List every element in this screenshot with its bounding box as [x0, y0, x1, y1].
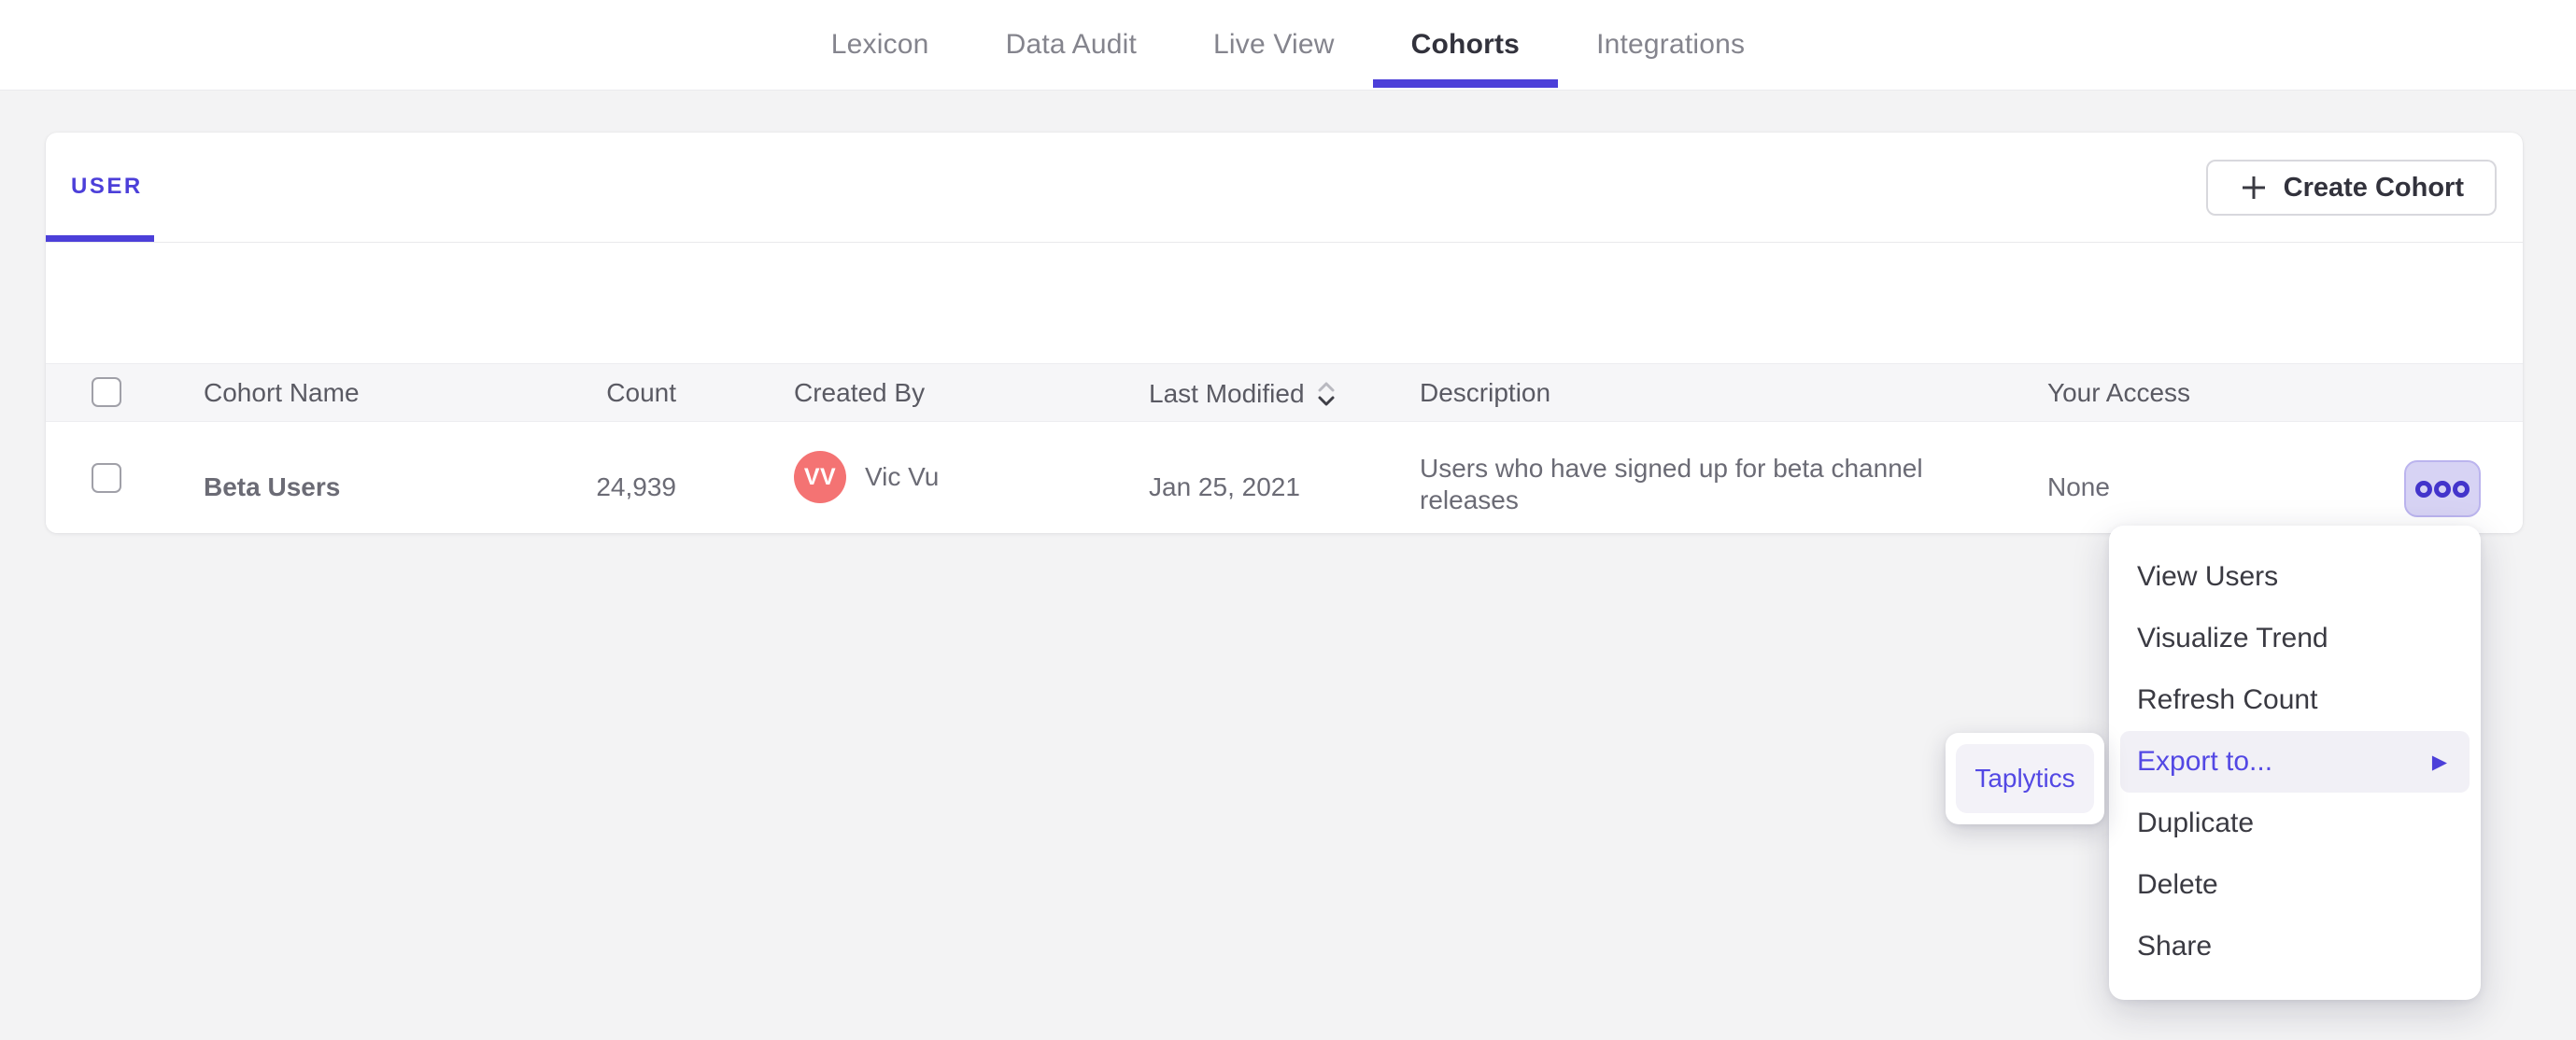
- tab-integrations[interactable]: Integrations: [1558, 0, 1783, 90]
- export-to-label: Export to...: [2137, 746, 2273, 777]
- select-all-checkbox[interactable]: [92, 377, 121, 407]
- row-actions-menu: View Users Visualize Trend Refresh Count…: [2109, 526, 2481, 1000]
- creator-name: Vic Vu: [865, 462, 940, 491]
- export-submenu: Taplytics: [1946, 733, 2104, 824]
- cohort-count: 24,939: [596, 472, 676, 501]
- avatar: VV: [794, 451, 846, 503]
- your-access-cell: None: [2047, 472, 2110, 501]
- table-header: Cohort Name Count Created By Last Modifi…: [46, 363, 2523, 422]
- last-modified-cell: Jan 25, 2021: [1149, 472, 1300, 501]
- header-created-by: Created By: [794, 378, 926, 407]
- menu-item-refresh-count[interactable]: Refresh Count: [2109, 669, 2481, 731]
- user-tab-underline: [46, 235, 154, 242]
- menu-item-delete[interactable]: Delete: [2109, 854, 2481, 916]
- tab-cohorts[interactable]: Cohorts: [1372, 0, 1559, 90]
- filter-bar: 1 Results Filter by Created By Anyone ▼ …: [46, 243, 2523, 445]
- created-by-cell: VV Vic Vu: [794, 451, 939, 503]
- header-last-modified-label: Last Modified: [1149, 379, 1305, 408]
- cohort-name-link[interactable]: Beta Users: [204, 471, 340, 503]
- tab-live-view[interactable]: Live View: [1175, 0, 1373, 90]
- header-description: Description: [1420, 378, 1551, 407]
- tab-user[interactable]: USER: [71, 174, 143, 200]
- header-your-access: Your Access: [2047, 378, 2191, 407]
- header-cohort-name: Cohort Name: [204, 378, 360, 407]
- top-navbar: Lexicon Data Audit Live View Cohorts Int…: [0, 0, 2576, 91]
- header-last-modified[interactable]: Last Modified: [1149, 378, 1337, 410]
- tab-data-audit[interactable]: Data Audit: [968, 0, 1175, 90]
- table-row: Beta Users 24,939 VV Vic Vu Jan 25, 2021…: [46, 422, 2523, 533]
- header-count: Count: [606, 378, 676, 407]
- menu-item-view-users[interactable]: View Users: [2109, 546, 2481, 608]
- menu-item-duplicate[interactable]: Duplicate: [2109, 793, 2481, 854]
- cohorts-panel: USER Create Cohort 1 Results Filter by C…: [46, 133, 2523, 533]
- create-cohort-label: Create Cohort: [2283, 172, 2464, 203]
- tab-lexicon[interactable]: Lexicon: [793, 0, 968, 90]
- submenu-arrow-icon: ▶: [2431, 751, 2447, 773]
- row-checkbox[interactable]: [92, 463, 121, 493]
- menu-item-export-to[interactable]: Export to... ▶: [2120, 731, 2470, 793]
- plus-icon: [2239, 173, 2269, 203]
- create-cohort-button[interactable]: Create Cohort: [2205, 160, 2497, 216]
- row-actions-button[interactable]: [2404, 460, 2481, 517]
- sort-icon: [1316, 378, 1337, 410]
- submenu-item-taplytics[interactable]: Taplytics: [1956, 744, 2094, 813]
- ellipsis-icon: [2415, 480, 2470, 499]
- menu-item-visualize-trend[interactable]: Visualize Trend: [2109, 608, 2481, 669]
- menu-item-share[interactable]: Share: [2109, 916, 2481, 977]
- description-cell: Users who have signed up for beta channe…: [1420, 454, 1923, 514]
